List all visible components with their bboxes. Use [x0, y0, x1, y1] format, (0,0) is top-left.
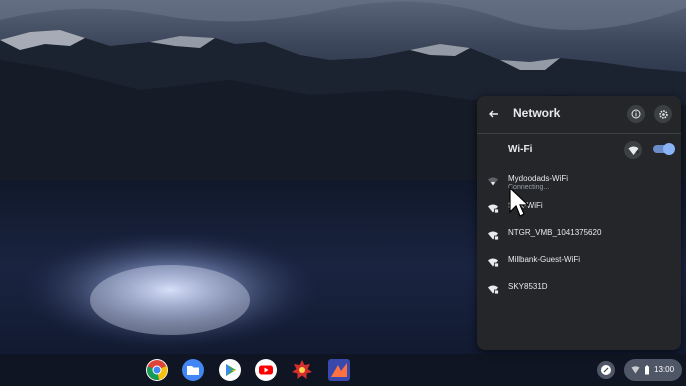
youtube-icon[interactable] — [255, 359, 277, 381]
mouse-cursor-icon — [509, 187, 530, 217]
stylus-button[interactable] — [597, 361, 615, 379]
settings-button[interactable] — [654, 105, 672, 123]
network-name: Mydoodads-WiFi — [508, 174, 569, 183]
network-item[interactable]: Millbank-Guest-WiFi — [477, 251, 681, 273]
wifi-secure-icon — [488, 258, 499, 268]
app-icon[interactable] — [328, 359, 350, 381]
gear-icon — [658, 109, 668, 119]
wifi-toggle[interactable] — [653, 143, 675, 155]
wifi-secure-icon — [488, 204, 499, 214]
chrome-icon[interactable] — [146, 359, 168, 381]
info-button[interactable] — [627, 105, 645, 123]
network-name: Millbank-Guest-WiFi — [508, 255, 581, 264]
network-panel: Network Wi-Fi Mydoodads-WiFi Connecting.… — [477, 96, 681, 350]
network-item[interactable]: NTGR_VMB_1041375620 — [477, 224, 681, 246]
network-item[interactable]: S nk-WiFi — [477, 197, 681, 219]
wifi-add-icon — [628, 146, 639, 155]
wifi-secure-icon — [488, 231, 499, 241]
panel-title: Network — [513, 106, 561, 120]
divider — [477, 133, 681, 134]
wifi-status-icon — [631, 366, 640, 374]
photos-icon[interactable] — [291, 359, 313, 381]
toggle-knob — [663, 143, 675, 155]
battery-icon — [645, 365, 649, 375]
arrow-left-icon — [489, 110, 498, 118]
files-icon[interactable] — [182, 359, 204, 381]
back-button[interactable] — [485, 105, 503, 123]
clock-time: 13:00 — [654, 365, 675, 374]
network-name: SKY8531D — [508, 282, 548, 291]
stylus-icon — [601, 365, 611, 375]
wifi-secure-icon — [488, 285, 499, 295]
network-item[interactable]: Mydoodads-WiFi Connecting... — [477, 170, 681, 192]
panel-header: Network — [477, 96, 681, 132]
network-name: NTGR_VMB_1041375620 — [508, 228, 602, 237]
join-network-button[interactable] — [624, 141, 642, 159]
wifi-section-title: Wi-Fi — [508, 144, 533, 155]
info-icon — [631, 109, 641, 119]
network-item[interactable]: SKY8531D — [477, 278, 681, 300]
play-store-icon[interactable] — [219, 359, 241, 381]
wifi-connecting-icon — [488, 177, 498, 186]
